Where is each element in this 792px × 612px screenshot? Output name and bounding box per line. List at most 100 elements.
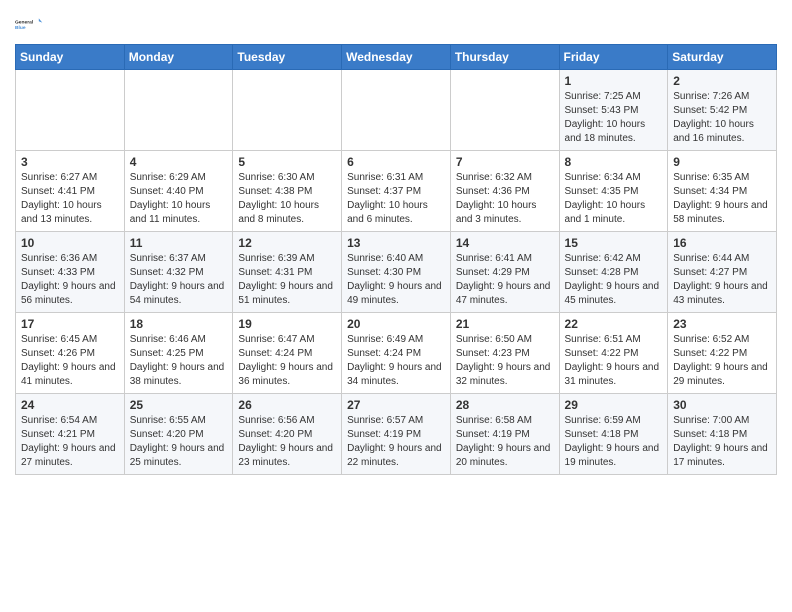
day-number: 27 (347, 398, 445, 412)
day-info: Sunrise: 6:31 AM Sunset: 4:37 PM Dayligh… (347, 171, 445, 227)
svg-text:General: General (15, 19, 34, 25)
day-info: Sunrise: 6:57 AM Sunset: 4:19 PM Dayligh… (347, 414, 445, 470)
day-number: 13 (347, 236, 445, 250)
day-number: 9 (673, 155, 771, 169)
header: GeneralBlue (15, 10, 777, 38)
day-info: Sunrise: 6:39 AM Sunset: 4:31 PM Dayligh… (238, 252, 336, 308)
day-info: Sunrise: 6:45 AM Sunset: 4:26 PM Dayligh… (21, 333, 119, 389)
day-number: 22 (565, 317, 663, 331)
day-info: Sunrise: 6:49 AM Sunset: 4:24 PM Dayligh… (347, 333, 445, 389)
day-number: 1 (565, 74, 663, 88)
calendar-cell: 17Sunrise: 6:45 AM Sunset: 4:26 PM Dayli… (16, 313, 125, 394)
calendar-week-row: 17Sunrise: 6:45 AM Sunset: 4:26 PM Dayli… (16, 313, 777, 394)
day-info: Sunrise: 6:32 AM Sunset: 4:36 PM Dayligh… (456, 171, 554, 227)
day-number: 19 (238, 317, 336, 331)
day-number: 8 (565, 155, 663, 169)
calendar-cell: 24 Sunrise: 6:54 AM Sunset: 4:21 PM Dayli… (16, 394, 125, 475)
day-info: Sunrise: 6:27 AM Sunset: 4:41 PM Dayligh… (21, 171, 119, 227)
calendar-cell: 6 Sunrise: 6:31 AM Sunset: 4:37 PM Daylig… (342, 151, 451, 232)
day-info: Sunrise: 7:00 AM Sunset: 4:18 PM Dayligh… (673, 414, 771, 470)
calendar-header: SundayMondayTuesdayWednesdayThursdayFrid… (16, 45, 777, 70)
calendar-cell: 20 Sunrise: 6:49 AM Sunset: 4:24 PM Dayli… (342, 313, 451, 394)
calendar-cell: 30 Sunrise: 7:00 AM Sunset: 4:18 PM Dayli… (668, 394, 777, 475)
calendar-cell: 18 Sunrise: 6:46 AM Sunset: 4:25 PM Dayli… (124, 313, 233, 394)
day-info: Sunrise: 6:55 AM Sunset: 4:20 PM Dayligh… (130, 414, 228, 470)
day-number: 10 (21, 236, 119, 250)
calendar-cell: 9 Sunrise: 6:35 AM Sunset: 4:34 PM Daylig… (668, 151, 777, 232)
weekday-header: Tuesday (233, 45, 342, 70)
calendar-cell: 1 Sunrise: 7:25 AM Sunset: 5:43 PM Daylig… (559, 70, 668, 151)
svg-text:Blue: Blue (15, 25, 26, 31)
calendar-cell: 22Sunrise: 6:51 AM Sunset: 4:22 PM Dayli… (559, 313, 668, 394)
calendar-cell: 11 Sunrise: 6:37 AM Sunset: 4:32 PM Dayli… (124, 232, 233, 313)
calendar-cell: 27 Sunrise: 6:57 AM Sunset: 4:19 PM Dayli… (342, 394, 451, 475)
day-info: Sunrise: 6:37 AM Sunset: 4:32 PM Dayligh… (130, 252, 228, 308)
day-info: Sunrise: 6:40 AM Sunset: 4:30 PM Dayligh… (347, 252, 445, 308)
calendar-cell (233, 70, 342, 151)
day-number: 11 (130, 236, 228, 250)
day-info: Sunrise: 7:25 AM Sunset: 5:43 PM Dayligh… (565, 90, 663, 146)
day-info: Sunrise: 6:46 AM Sunset: 4:25 PM Dayligh… (130, 333, 228, 389)
day-info: Sunrise: 6:59 AM Sunset: 4:18 PM Dayligh… (565, 414, 663, 470)
calendar-cell: 28 Sunrise: 6:58 AM Sunset: 4:19 PM Dayli… (450, 394, 559, 475)
calendar-week-row: 10 Sunrise: 6:36 AM Sunset: 4:33 PM Dayli… (16, 232, 777, 313)
day-info: Sunrise: 6:58 AM Sunset: 4:19 PM Dayligh… (456, 414, 554, 470)
day-info: Sunrise: 6:54 AM Sunset: 4:21 PM Dayligh… (21, 414, 119, 470)
day-info: Sunrise: 6:56 AM Sunset: 4:20 PM Dayligh… (238, 414, 336, 470)
day-number: 18 (130, 317, 228, 331)
day-number: 7 (456, 155, 554, 169)
calendar-cell: 8 Sunrise: 6:34 AM Sunset: 4:35 PM Daylig… (559, 151, 668, 232)
calendar-cell: 14Sunrise: 6:41 AM Sunset: 4:29 PM Dayli… (450, 232, 559, 313)
day-info: Sunrise: 6:35 AM Sunset: 4:34 PM Dayligh… (673, 171, 771, 227)
day-info: Sunrise: 6:52 AM Sunset: 4:22 PM Dayligh… (673, 333, 771, 389)
day-number: 4 (130, 155, 228, 169)
day-number: 12 (238, 236, 336, 250)
day-number: 30 (673, 398, 771, 412)
calendar-week-row: 1 Sunrise: 7:25 AM Sunset: 5:43 PM Daylig… (16, 70, 777, 151)
calendar-body: 1 Sunrise: 7:25 AM Sunset: 5:43 PM Daylig… (16, 70, 777, 475)
day-number: 5 (238, 155, 336, 169)
calendar-week-row: 24 Sunrise: 6:54 AM Sunset: 4:21 PM Dayli… (16, 394, 777, 475)
day-number: 20 (347, 317, 445, 331)
day-info: Sunrise: 6:36 AM Sunset: 4:33 PM Dayligh… (21, 252, 119, 308)
calendar-cell: 21 Sunrise: 6:50 AM Sunset: 4:23 PM Dayli… (450, 313, 559, 394)
day-number: 16 (673, 236, 771, 250)
day-number: 24 (21, 398, 119, 412)
calendar-cell (342, 70, 451, 151)
logo: GeneralBlue (15, 10, 43, 38)
day-number: 29 (565, 398, 663, 412)
calendar-cell: 12 Sunrise: 6:39 AM Sunset: 4:31 PM Dayli… (233, 232, 342, 313)
day-info: Sunrise: 7:26 AM Sunset: 5:42 PM Dayligh… (673, 90, 771, 146)
day-info: Sunrise: 6:42 AM Sunset: 4:28 PM Dayligh… (565, 252, 663, 308)
day-info: Sunrise: 6:44 AM Sunset: 4:27 PM Dayligh… (673, 252, 771, 308)
day-number: 2 (673, 74, 771, 88)
calendar-week-row: 3 Sunrise: 6:27 AM Sunset: 4:41 PM Daylig… (16, 151, 777, 232)
day-number: 21 (456, 317, 554, 331)
weekday-header: Friday (559, 45, 668, 70)
calendar-cell: 19Sunrise: 6:47 AM Sunset: 4:24 PM Dayli… (233, 313, 342, 394)
day-info: Sunrise: 6:41 AM Sunset: 4:29 PM Dayligh… (456, 252, 554, 308)
calendar-cell: 13 Sunrise: 6:40 AM Sunset: 4:30 PM Dayli… (342, 232, 451, 313)
logo-icon: GeneralBlue (15, 10, 43, 38)
calendar-cell: 23 Sunrise: 6:52 AM Sunset: 4:22 PM Dayli… (668, 313, 777, 394)
calendar-cell (450, 70, 559, 151)
day-number: 23 (673, 317, 771, 331)
calendar-cell: 4Sunrise: 6:29 AM Sunset: 4:40 PM Daylig… (124, 151, 233, 232)
weekday-header: Wednesday (342, 45, 451, 70)
calendar-cell: 25 Sunrise: 6:55 AM Sunset: 4:20 PM Dayli… (124, 394, 233, 475)
calendar-cell: 26 Sunrise: 6:56 AM Sunset: 4:20 PM Dayli… (233, 394, 342, 475)
day-number: 3 (21, 155, 119, 169)
calendar-cell: 16 Sunrise: 6:44 AM Sunset: 4:27 PM Dayli… (668, 232, 777, 313)
day-info: Sunrise: 6:34 AM Sunset: 4:35 PM Dayligh… (565, 171, 663, 227)
header-row: SundayMondayTuesdayWednesdayThursdayFrid… (16, 45, 777, 70)
day-number: 25 (130, 398, 228, 412)
calendar-cell: 10 Sunrise: 6:36 AM Sunset: 4:33 PM Dayli… (16, 232, 125, 313)
day-number: 26 (238, 398, 336, 412)
day-number: 6 (347, 155, 445, 169)
day-number: 28 (456, 398, 554, 412)
calendar-cell (124, 70, 233, 151)
day-info: Sunrise: 6:30 AM Sunset: 4:38 PM Dayligh… (238, 171, 336, 227)
weekday-header: Saturday (668, 45, 777, 70)
day-info: Sunrise: 6:50 AM Sunset: 4:23 PM Dayligh… (456, 333, 554, 389)
weekday-header: Sunday (16, 45, 125, 70)
